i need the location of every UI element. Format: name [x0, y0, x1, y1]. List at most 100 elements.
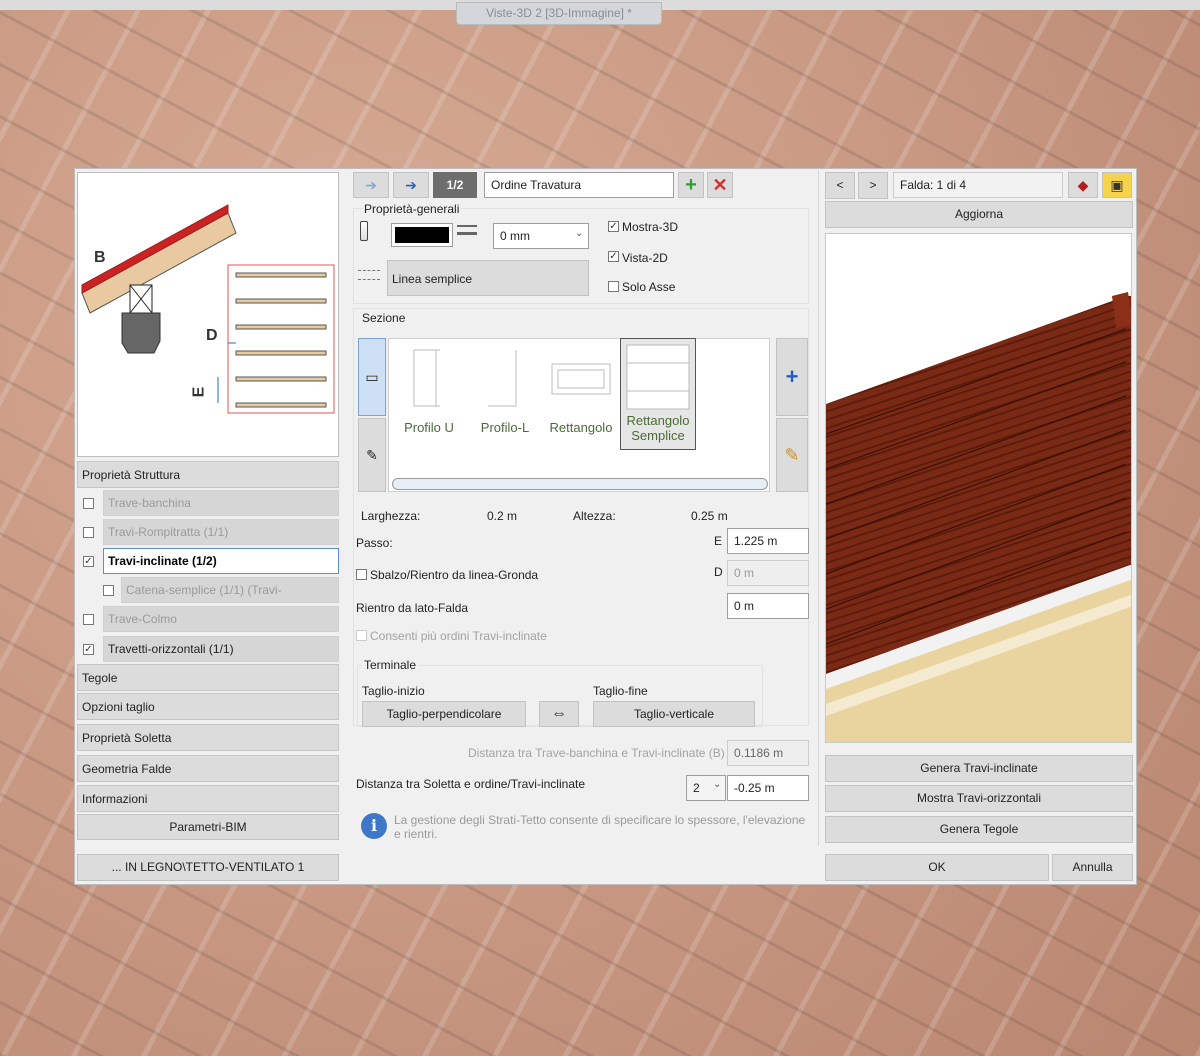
overhang-label: Sbalzo/Rientro da linea-Gronda: [370, 568, 539, 582]
generate-rafters-button[interactable]: Genera Travi-inclinate: [825, 755, 1133, 782]
checkbox-only-axis[interactable]: [608, 281, 619, 292]
section-cut-options[interactable]: Opzioni taglio: [77, 693, 339, 720]
cube-view-icon[interactable]: ▣: [1102, 172, 1132, 198]
overhang-input[interactable]: 0 m: [727, 560, 809, 586]
height-value: 0.25 m: [691, 509, 728, 523]
profile-l-label: Profilo-L: [480, 420, 530, 435]
section-rectangle[interactable]: Rettangolo: [544, 338, 618, 448]
section-info[interactable]: Informazioni: [77, 785, 339, 812]
section-structure-props[interactable]: Proprietà Struttura: [77, 461, 339, 488]
view-tab-title[interactable]: Viste-3D 2 [3D-Immagine] *: [456, 2, 662, 25]
list-item-trave-banchina[interactable]: Trave-banchina: [103, 490, 339, 516]
next-order-button[interactable]: ➔: [393, 172, 429, 198]
beam-diagram-svg: [81, 204, 335, 414]
cut-end-label: Taglio-fine: [593, 684, 648, 698]
roof-preview-svg: [826, 292, 1131, 742]
checkbox-travetti-orizzontali[interactable]: ✓: [83, 644, 94, 655]
profile-l-icon: [488, 350, 517, 407]
chevron-down-icon: ⌄: [575, 228, 584, 239]
eraser-icon[interactable]: ◆: [1068, 172, 1098, 198]
only-axis-label: Solo Asse: [622, 280, 676, 294]
diagram-label-b: B: [94, 249, 106, 266]
pitch-letter: E: [714, 534, 723, 548]
profile-u-icon: [413, 349, 440, 407]
width-label: Larghezza:: [361, 509, 421, 523]
generate-tiles-button[interactable]: Genera Tegole: [825, 816, 1133, 843]
view2d-label: Vista-2D: [622, 251, 668, 265]
section-paint-icon[interactable]: ✎: [358, 418, 386, 492]
inset-label: Rientro da lato-Falda: [356, 601, 469, 615]
general-props-title: Proprietà-generali: [362, 202, 462, 216]
line-color-swatch[interactable]: [391, 223, 453, 247]
section-catalog-icon[interactable]: ▭: [358, 338, 386, 416]
checkbox-travi-rompitratta[interactable]: [83, 527, 94, 538]
list-item-travi-inclinate[interactable]: Travi-inclinate (1/2): [103, 548, 339, 574]
section-simple-rectangle[interactable]: Rettangolo Semplice: [620, 338, 696, 450]
dist-b-label: Distanza tra Trave-banchina e Travi-incl…: [468, 746, 725, 760]
info-text: La gestione degli Strati-Tetto consente …: [394, 813, 806, 841]
order-page-indicator: 1/2: [433, 172, 477, 198]
pitch-input[interactable]: 1.225 m: [727, 528, 809, 554]
cut-start-button[interactable]: Taglio-perpendicolare: [362, 701, 526, 727]
cancel-button[interactable]: Annulla: [1052, 854, 1133, 881]
next-falda-button[interactable]: >: [858, 172, 888, 199]
show-horizontal-beams-button[interactable]: Mostra Travi-orizzontali: [825, 785, 1133, 812]
section-title: Sezione: [362, 311, 406, 325]
inset-input[interactable]: 0 m: [727, 593, 809, 619]
section-slab-props[interactable]: Proprietà Soletta: [77, 724, 339, 751]
falda-indicator: Falda: 1 di 4: [893, 172, 1063, 198]
rectangle-icon: [551, 363, 611, 395]
add-order-button[interactable]: +: [678, 172, 704, 198]
show3d-label: Mostra-3D: [622, 220, 679, 234]
checkbox-allow-multi[interactable]: [356, 630, 367, 641]
list-item-travetti-orizzontali[interactable]: Travetti-orizzontali (1/1): [103, 636, 339, 662]
section-profile-l[interactable]: Profilo-L: [468, 338, 542, 448]
list-item-trave-colmo[interactable]: Trave-Colmo: [103, 606, 339, 632]
simple-rectangle-label: Rettangolo Semplice: [626, 413, 690, 443]
add-section-button[interactable]: +: [776, 338, 808, 416]
width-value: 0.2 m: [487, 509, 518, 523]
height-label: Altezza:: [573, 509, 616, 523]
diagram-label-e: E: [190, 386, 208, 398]
dist-slab-label: Distanza tra Soletta e ordine/Travi-incl…: [356, 777, 585, 791]
checkbox-trave-colmo[interactable]: [83, 614, 94, 625]
refresh-button[interactable]: Aggiorna: [825, 201, 1133, 228]
list-item-travi-rompitratta[interactable]: Travi-Rompitratta (1/1): [103, 519, 339, 545]
checkbox-travi-inclinate[interactable]: ✓: [83, 556, 94, 567]
edit-section-button[interactable]: ✎: [776, 418, 808, 492]
gallery-scrollbar[interactable]: [392, 478, 768, 490]
order-name-input[interactable]: Ordine Travatura: [484, 172, 674, 198]
dist-slab-input[interactable]: -0.25 m: [727, 775, 809, 801]
cut-start-label: Taglio-inizio: [362, 684, 425, 698]
diagram-label-d: D: [206, 327, 218, 344]
checkbox-show3d[interactable]: ✓: [608, 221, 619, 232]
line-type-button[interactable]: Linea semplice: [387, 260, 589, 296]
overhang-letter: D: [714, 565, 723, 579]
checkbox-overhang[interactable]: [356, 569, 367, 580]
right-panel-divider: [818, 170, 819, 846]
library-path-button[interactable]: ... IN LEGNO\TETTO-VENTILATO 1: [77, 854, 339, 881]
prev-order-button[interactable]: ➔: [353, 172, 389, 198]
checkbox-catena-semplice[interactable]: [103, 585, 114, 596]
roof-structure-diagram: B D E: [77, 172, 339, 457]
delete-order-button[interactable]: ✕: [707, 172, 733, 198]
rectangle-label: Rettangolo: [549, 420, 613, 435]
section-tiles[interactable]: Tegole: [77, 664, 339, 691]
swap-cuts-button[interactable]: ⇔: [539, 701, 579, 727]
chevron-down-icon: ⌄: [713, 779, 722, 790]
section-pitch-geometry[interactable]: Geometria Falde: [77, 755, 339, 782]
allow-multi-label: Consenti più ordini Travi-inclinate: [370, 629, 547, 643]
pen-color-icon: [360, 221, 368, 241]
checkbox-view2d[interactable]: ✓: [608, 251, 619, 262]
bim-params-button[interactable]: Parametri-BIM: [77, 814, 339, 840]
list-item-catena-semplice[interactable]: Catena-semplice (1/1) (Travi-inclinate:1…: [121, 577, 339, 621]
prev-falda-button[interactable]: <: [825, 172, 855, 199]
roof-3d-preview[interactable]: [825, 233, 1132, 743]
dist-b-input[interactable]: 0.1186 m: [727, 740, 809, 766]
info-icon: i: [361, 813, 387, 839]
checkbox-trave-banchina[interactable]: [83, 498, 94, 509]
line-type-icon: [358, 270, 380, 280]
section-profile-u[interactable]: Profilo U: [392, 338, 466, 448]
ok-button[interactable]: OK: [825, 854, 1049, 881]
cut-end-button[interactable]: Taglio-verticale: [593, 701, 755, 727]
